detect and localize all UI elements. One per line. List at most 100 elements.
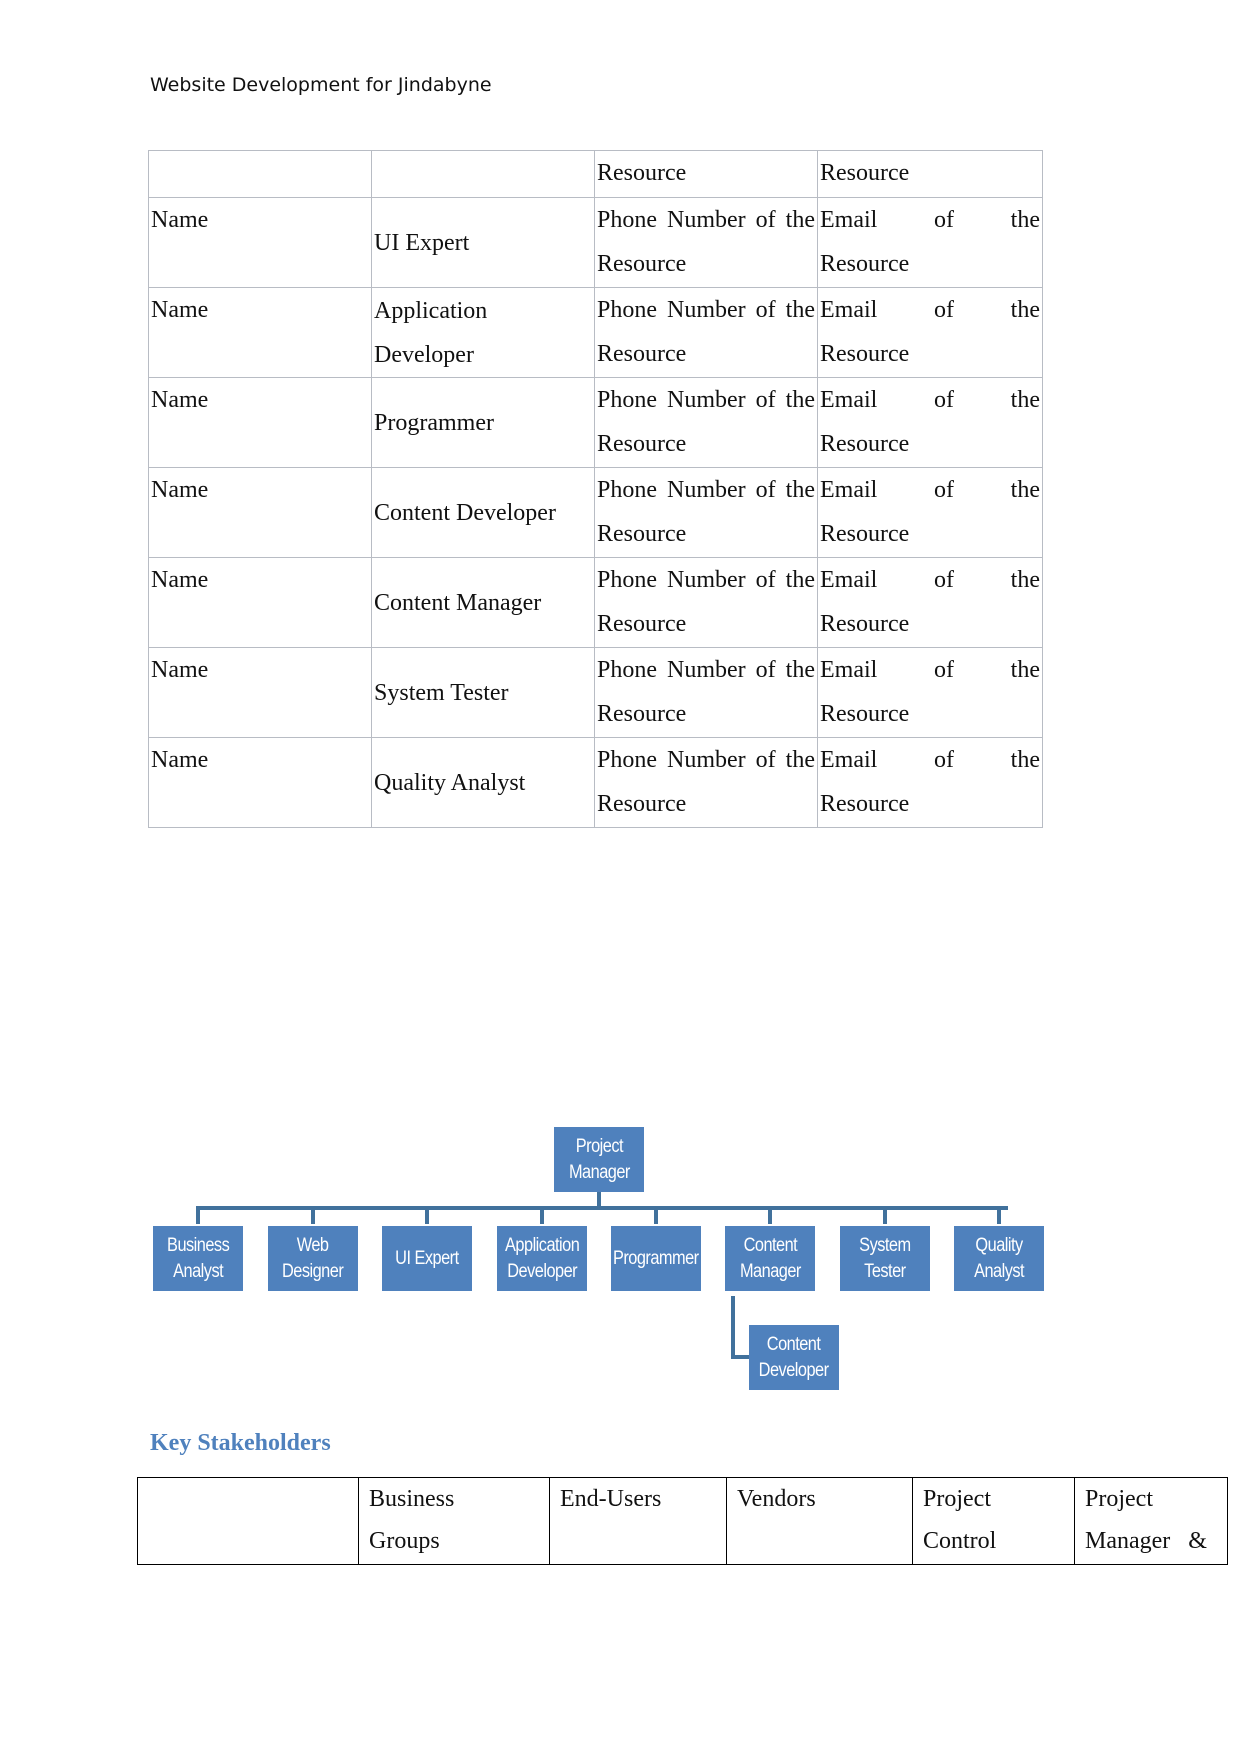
email-line-1: Email of the (820, 657, 1040, 683)
phone-line-1: Phone Number of the (597, 207, 815, 233)
phone-line-1: Phone Number of the (597, 387, 815, 413)
phone-line-2: Resource (597, 701, 687, 727)
stakeholders-table: Business Groups End-Users Vendors Project Con… (137, 1477, 1228, 1565)
org-node-content-manager-label: Content Manager (739, 1234, 801, 1282)
email-line-2: Resource (820, 611, 910, 637)
resource-phone-cell: Phone Number of the Resource (594, 647, 818, 738)
resource-name-cell: Name (148, 197, 372, 288)
phone-line-1: Phone Number of the (597, 477, 815, 503)
resource-row: Name UI Expert Phone Number of the Resource… (148, 197, 1043, 288)
stakeholder-line-1: Project (923, 1486, 991, 1512)
header-cell-phone: Resource (594, 150, 818, 198)
org-node-system-tester-label: System Tester (859, 1234, 911, 1282)
email-line-2: Resource (820, 701, 910, 727)
stakeholder-line-2: Groups (369, 1528, 440, 1554)
resource-name-cell: Name (148, 557, 372, 648)
org-connector-business-analyst (196, 1206, 200, 1224)
resource-email-cell: Email of the Resource (817, 737, 1043, 828)
org-node-ui-expert-label: UI Expert (395, 1247, 459, 1269)
phone-line-2: Resource (597, 251, 687, 277)
resource-role-text: Application Developer (374, 297, 488, 368)
email-line-2: Resource (820, 791, 910, 817)
email-line-1: Email of the (820, 567, 1040, 593)
org-connector-content-developer-horizontal (731, 1355, 749, 1359)
stakeholder-cell: End-Users (549, 1477, 727, 1565)
key-stakeholders-heading: Key Stakeholders (150, 1430, 331, 1456)
resource-role-cell: UI Expert (371, 197, 595, 288)
resource-email-cell: Email of the Resource (817, 467, 1043, 558)
resource-phone-cell: Phone Number of the Resource (594, 467, 818, 558)
org-node-content-developer: Content Developer (749, 1325, 839, 1390)
resource-role-cell: Content Manager (371, 557, 595, 648)
resource-name-cell: Name (148, 647, 372, 738)
resource-role-text: Programmer (374, 409, 494, 436)
resource-role-text: UI Expert (374, 229, 470, 256)
header-cell-role (371, 150, 595, 198)
resource-row: Name Programmer Phone Number of the Resourc… (148, 377, 1043, 468)
phone-line-1: Phone Number of the (597, 747, 815, 773)
email-line-2: Resource (820, 341, 910, 367)
resource-name-cell: Name (148, 467, 372, 558)
resource-role-cell: Programmer (371, 377, 595, 468)
resource-email-cell: Email of the Resource (817, 197, 1043, 288)
resource-role-text: System Tester (374, 679, 509, 706)
resource-row: Name Content Manager Phone Number of the Re… (148, 557, 1043, 648)
resource-role-text: Quality Analyst (374, 769, 526, 796)
resource-role-cell: System Tester (371, 647, 595, 738)
resource-role-text: Content Developer (374, 499, 556, 526)
resource-email-cell: Email of the Resource (817, 377, 1043, 468)
phone-line-2: Resource (597, 341, 687, 367)
org-node-project-manager: Project Manager (554, 1127, 644, 1192)
resource-email-cell: Email of the Resource (817, 647, 1043, 738)
resource-role-cell: Application Developer (371, 287, 595, 378)
email-line-1: Email of the (820, 207, 1040, 233)
org-connector-bar (196, 1206, 1008, 1210)
phone-line-2: Resource (597, 431, 687, 457)
org-connector-content-manager (768, 1206, 772, 1224)
stakeholders-row: Business Groups End-Users Vendors Project Con… (137, 1477, 1228, 1565)
org-node-application-developer-label: Application Developer (504, 1234, 580, 1282)
org-connector-web-designer (311, 1206, 315, 1224)
org-node-business-analyst-label: Business Analyst (166, 1234, 230, 1282)
org-node-content-developer-label: Content Developer (759, 1333, 829, 1381)
org-node-project-manager-label: Project Manager (568, 1135, 630, 1183)
header-cell-name (148, 150, 372, 198)
email-line-1: Email of the (820, 297, 1040, 323)
resource-name-cell: Name (148, 377, 372, 468)
email-line-1: Email of the (820, 747, 1040, 773)
email-line-2: Resource (820, 431, 910, 457)
resource-phone-cell: Phone Number of the Resource (594, 197, 818, 288)
org-node-web-designer-label: Web Designer (282, 1234, 344, 1282)
phone-line-2: Resource (597, 611, 687, 637)
resource-email-cell: Email of the Resource (817, 557, 1043, 648)
org-node-quality-analyst: Quality Analyst (954, 1226, 1044, 1291)
stakeholder-line-1: Business (369, 1486, 455, 1512)
stakeholder-line-2: Manager & (1085, 1528, 1207, 1554)
resource-table: Resource Resource Name UI Expert Phone Num… (148, 150, 1043, 828)
resource-phone-cell: Phone Number of the Resource (594, 377, 818, 468)
stakeholder-line-2: Control (923, 1528, 997, 1554)
email-line-1: Email of the (820, 387, 1040, 413)
resource-phone-cell: Phone Number of the Resource (594, 737, 818, 828)
email-line-2: Resource (820, 521, 910, 547)
resource-role-cell: Content Developer (371, 467, 595, 558)
resource-role-cell: Quality Analyst (371, 737, 595, 828)
resource-row: Name Content Developer Phone Number of the… (148, 467, 1043, 558)
org-node-quality-analyst-label: Quality Analyst (974, 1234, 1024, 1282)
resource-role-text: Content Manager (374, 589, 542, 616)
org-node-programmer: Programmer (611, 1226, 701, 1291)
stakeholder-line-1: Vendors (737, 1486, 816, 1512)
stakeholder-cell: Project Control (912, 1477, 1075, 1565)
resource-row: Name System Tester Phone Number of the Reso… (148, 647, 1043, 738)
org-node-web-designer: Web Designer (268, 1226, 358, 1291)
org-connector-quality-analyst (997, 1206, 1001, 1224)
org-node-programmer-label: Programmer (613, 1247, 699, 1269)
org-connector-ui-expert (425, 1206, 429, 1224)
org-connector-content-developer-vertical (731, 1296, 735, 1359)
phone-line-1: Phone Number of the (597, 567, 815, 593)
resource-name-cell: Name (148, 737, 372, 828)
email-line-2: Resource (820, 251, 910, 277)
resource-name-cell: Name (148, 287, 372, 378)
phone-line-1: Phone Number of the (597, 657, 815, 683)
stakeholder-cell: Vendors (726, 1477, 913, 1565)
